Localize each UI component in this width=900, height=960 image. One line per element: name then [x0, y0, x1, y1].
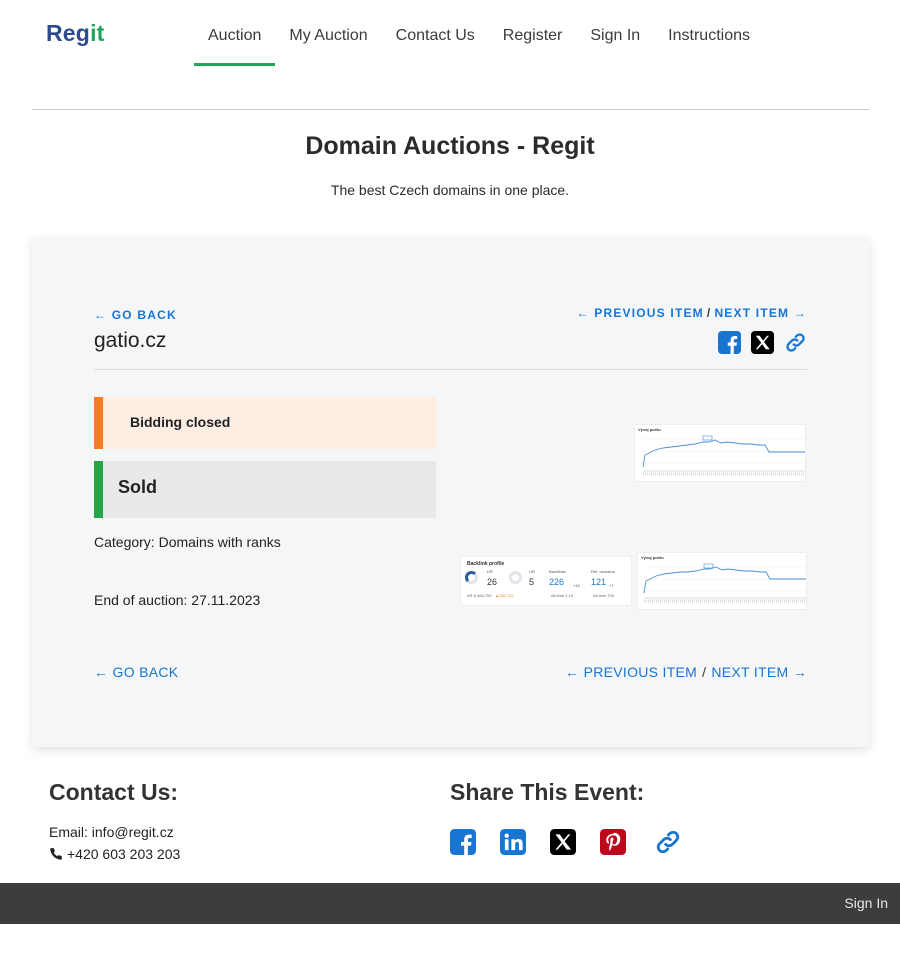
- next-item-link-bottom[interactable]: NEXT ITEM →: [711, 664, 807, 680]
- item-pager-bottom: ← PREVIOUS ITEM / NEXT ITEM →: [565, 664, 807, 680]
- contact-email: Email: info@regit.cz: [49, 824, 174, 840]
- dr-donut-icon: [465, 571, 478, 584]
- arrow-right-icon: →: [793, 306, 807, 320]
- bottom-sign-in-link[interactable]: Sign In: [844, 895, 888, 911]
- logo-text-it: it: [90, 20, 105, 46]
- nav-item-my-auction[interactable]: My Auction: [275, 0, 381, 66]
- status-closed-label: Bidding closed: [130, 414, 231, 430]
- category-text: Category: Domains with ranks: [94, 534, 281, 550]
- logo-text-reg: Reg: [46, 20, 91, 46]
- top-navbar: Regit Auction My Auction Contact Us Regi…: [0, 0, 900, 70]
- contact-title: Contact Us:: [49, 779, 179, 805]
- main-menu: Auction My Auction Contact Us Register S…: [194, 0, 764, 66]
- ar-delta: ▲256 722: [495, 593, 514, 598]
- logo[interactable]: Regit: [46, 20, 105, 47]
- next-item-link-top[interactable]: NEXT ITEM →: [714, 306, 807, 320]
- contact-phone: +420 603 203 203: [49, 846, 180, 862]
- ar-line: AR 6,364,753: [467, 593, 492, 598]
- page-subtitle: The best Czech domains in one place.: [330, 182, 570, 198]
- share-buttons-small: [718, 331, 807, 354]
- nav-item-instructions[interactable]: Instructions: [654, 0, 764, 66]
- card-divider: [94, 369, 807, 370]
- backlinks-label: Backlinks: [549, 569, 566, 574]
- x-icon[interactable]: [550, 829, 576, 855]
- header-divider: [32, 109, 869, 110]
- nav-item-auction[interactable]: Auction: [194, 0, 276, 66]
- go-back-label: GO BACK: [111, 308, 177, 322]
- go-back-link-bottom[interactable]: ← GO BACK: [94, 664, 178, 680]
- bottom-bar: Sign In: [0, 883, 900, 924]
- ref-domains-label: Ref. domains: [591, 569, 615, 574]
- arrow-left-icon: ←: [94, 664, 109, 680]
- link-icon[interactable]: [784, 331, 807, 354]
- dr-value: 26: [487, 577, 498, 587]
- arrow-left-icon: ←: [94, 308, 108, 322]
- item-pager-top: ← PREVIOUS ITEM / NEXT ITEM →: [577, 306, 807, 320]
- auction-card: ← GO BACK ← PREVIOUS ITEM / NEXT ITEM → …: [32, 238, 869, 747]
- backlink-profile-title: Backlink profile: [467, 561, 505, 567]
- pager-separator: /: [706, 306, 712, 320]
- thumb-chart1-graph: [642, 435, 805, 476]
- nav-item-register[interactable]: Register: [489, 0, 577, 66]
- alltime-ref-domains: All time 705: [593, 593, 614, 598]
- x-icon[interactable]: [751, 331, 774, 354]
- arrow-right-icon: →: [792, 664, 807, 680]
- alltime-backlinks: All time 1.1K: [551, 593, 574, 598]
- next-item-label: NEXT ITEM: [714, 306, 790, 320]
- end-of-auction-text: End of auction: 27.11.2023: [94, 592, 261, 608]
- domain-name: gatio.cz: [94, 329, 167, 352]
- screenshot-thumbnail-chart-2[interactable]: Vývoj počtu: [637, 552, 807, 610]
- link-icon[interactable]: [654, 828, 682, 856]
- phone-number: +420 603 203 203: [67, 846, 181, 862]
- pinterest-icon[interactable]: [600, 829, 626, 855]
- pager-separator-bottom: /: [702, 664, 707, 680]
- ref-domains-value: 121: [591, 577, 607, 587]
- phone-icon: [50, 848, 62, 860]
- screenshot-thumbnail-chart-1[interactable]: Vývoj počtu: [634, 424, 806, 482]
- facebook-icon[interactable]: [718, 331, 741, 354]
- status-bidding-closed: Bidding closed: [94, 397, 436, 449]
- nav-item-contact-us[interactable]: Contact Us: [382, 0, 489, 66]
- ur-value: 5: [529, 577, 535, 587]
- arrow-left-icon: ←: [565, 664, 580, 680]
- thumb-chart3-graph: [643, 563, 806, 603]
- backlinks-value: 226: [549, 577, 565, 587]
- previous-item-bottom-label: PREVIOUS ITEM: [583, 664, 698, 680]
- ref-domains-delta: +7: [609, 583, 614, 588]
- ur-label: UR: [529, 569, 535, 574]
- go-back-link-top[interactable]: ← GO BACK: [94, 308, 177, 322]
- go-back-bottom-label: GO BACK: [112, 664, 179, 680]
- page-title: Domain Auctions - Regit: [305, 132, 595, 160]
- facebook-icon[interactable]: [450, 829, 476, 855]
- previous-item-link-bottom[interactable]: ← PREVIOUS ITEM: [565, 664, 697, 680]
- nav-item-sign-in[interactable]: Sign In: [576, 0, 654, 66]
- linkedin-icon[interactable]: [500, 829, 526, 855]
- share-buttons: [450, 828, 706, 856]
- previous-item-label: PREVIOUS ITEM: [594, 306, 704, 320]
- arrow-left-icon: ←: [576, 306, 590, 320]
- dr-label: DR: [487, 569, 493, 574]
- share-title: Share This Event:: [450, 779, 645, 805]
- previous-item-link-top[interactable]: ← PREVIOUS ITEM: [577, 306, 704, 320]
- status-sold-label: Sold: [118, 477, 157, 497]
- status-sold: Sold: [94, 461, 436, 518]
- next-item-bottom-label: NEXT ITEM: [711, 664, 789, 680]
- screenshot-thumbnail-backlinks[interactable]: Backlink profile DR 26 UR 5 Backlinks 22…: [460, 556, 632, 606]
- ur-donut-icon: [509, 571, 522, 584]
